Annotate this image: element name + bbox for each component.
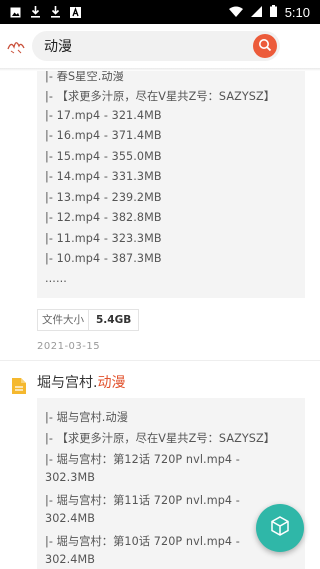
- result-title-text: 堀与宫村.: [37, 375, 98, 391]
- file-line: |- 14.mp4 - 331.3MB: [45, 170, 162, 183]
- app-logo-icon[interactable]: [5, 35, 27, 57]
- file-line: |- 堀与宫村：第11话 720P nvl.mp4 -: [45, 494, 240, 507]
- floating-action-button[interactable]: [256, 504, 304, 552]
- signal-icon: [250, 5, 262, 20]
- file-line: |- 11.mp4 - 323.3MB: [45, 232, 162, 245]
- file-list-box: |- 春S星空.动漫 |- 【求更多汁原，尽在V星共Z号：SAZYSZ】 |- …: [37, 68, 305, 298]
- result-title[interactable]: 堀与宫村.动漫: [37, 372, 125, 392]
- file-line: |- 13.mp4 - 239.2MB: [45, 191, 162, 204]
- file-line: |- 堀与宫村.动漫: [45, 411, 129, 424]
- file-line: |- 12.mp4 - 382.8MB: [45, 211, 162, 224]
- search-header: 动漫: [0, 24, 320, 68]
- divider: [0, 360, 320, 361]
- clock: 5:10: [284, 4, 310, 20]
- status-bar: 5:10: [0, 0, 320, 24]
- file-line: 302.4MB: [45, 553, 96, 566]
- search-button[interactable]: [253, 34, 277, 58]
- wifi-icon: [228, 5, 243, 20]
- file-line: |- 15.mp4 - 355.0MB: [45, 150, 162, 163]
- file-size-label: 文件大小: [38, 310, 89, 330]
- font-icon: [70, 6, 81, 18]
- file-line: |- 堀与宫村：第10话 720P nvl.mp4 -: [45, 535, 240, 548]
- file-line: 302.3MB: [45, 471, 96, 484]
- system-icons: 5:10: [228, 4, 320, 20]
- file-line: |- 10.mp4 - 387.3MB: [45, 252, 162, 265]
- cube-icon: [269, 515, 291, 541]
- file-line: |- 17.mp4 - 321.4MB: [45, 109, 162, 122]
- result-title-keyword: 动漫: [97, 375, 126, 391]
- file-line: |- 【求更多汁原，尽在V星共Z号：SAZYSZ】: [45, 432, 276, 445]
- search-query[interactable]: 动漫: [44, 36, 72, 56]
- image-icon: [10, 7, 21, 18]
- file-line: |- 【求更多汁原，尽在V星共Z号：SAZYSZ】: [45, 90, 276, 103]
- search-icon: [258, 37, 272, 56]
- download-icon: [50, 6, 61, 18]
- header-shadow: [0, 68, 320, 71]
- notification-icons: [0, 6, 81, 18]
- file-icon: [12, 378, 26, 394]
- battery-icon: [269, 4, 277, 20]
- search-input[interactable]: 动漫: [32, 31, 280, 61]
- file-size-value: 5.4GB: [96, 314, 132, 326]
- file-line-ellipsis: ......: [45, 272, 67, 285]
- file-line: |- 16.mp4 - 371.4MB: [45, 129, 162, 142]
- file-line: 302.4MB: [45, 512, 96, 525]
- result-date: 2021-03-15: [37, 341, 101, 352]
- file-line: |- 堀与宫村：第12话 720P nvl.mp4 -: [45, 453, 240, 466]
- results-list[interactable]: |- 春S星空.动漫 |- 【求更多汁原，尽在V星共Z号：SAZYSZ】 |- …: [0, 68, 320, 569]
- file-size-tag: 文件大小 5.4GB: [37, 309, 140, 331]
- download-icon: [30, 6, 41, 18]
